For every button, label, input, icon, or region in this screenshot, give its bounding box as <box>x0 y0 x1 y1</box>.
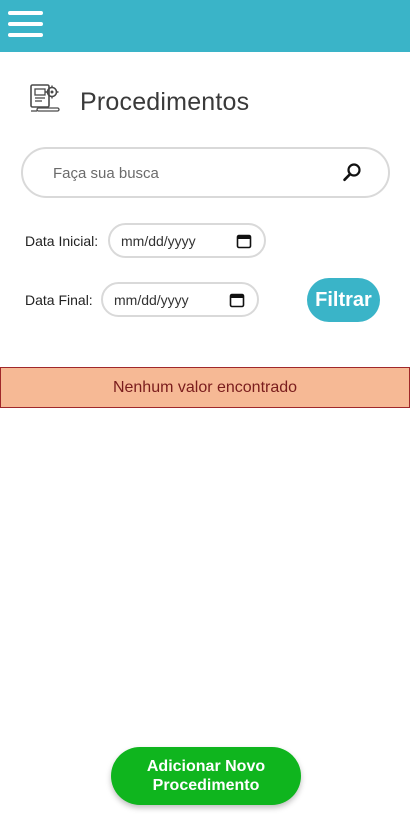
calendar-icon[interactable] <box>236 233 252 249</box>
search-input[interactable] <box>53 159 333 187</box>
add-procedure-button[interactable]: Adicionar Novo Procedimento <box>111 747 301 805</box>
procedures-page: Procedimentos Data Inicial: mm/dd/yyyy D… <box>0 0 410 818</box>
hamburger-menu-icon[interactable] <box>8 9 44 39</box>
filter-button[interactable]: Filtrar <box>307 278 380 322</box>
calendar-icon[interactable] <box>229 292 245 308</box>
procedures-document-gear-icon <box>30 84 60 112</box>
empty-results-alert: Nenhum valor encontrado <box>0 367 410 408</box>
start-date-input[interactable]: mm/dd/yyyy <box>108 223 266 258</box>
top-bar <box>0 0 410 52</box>
end-date-input[interactable]: mm/dd/yyyy <box>101 282 259 317</box>
end-date-label: Data Final: <box>25 292 93 308</box>
start-date-label: Data Inicial: <box>25 233 99 249</box>
page-header: Procedimentos <box>28 80 388 124</box>
start-date-value: mm/dd/yyyy <box>121 233 196 249</box>
end-date-value: mm/dd/yyyy <box>114 292 189 308</box>
page-title: Procedimentos <box>80 88 250 116</box>
search-box[interactable] <box>21 147 390 198</box>
search-icon[interactable] <box>342 162 362 182</box>
add-procedure-label: Adicionar Novo Procedimento <box>146 758 266 794</box>
